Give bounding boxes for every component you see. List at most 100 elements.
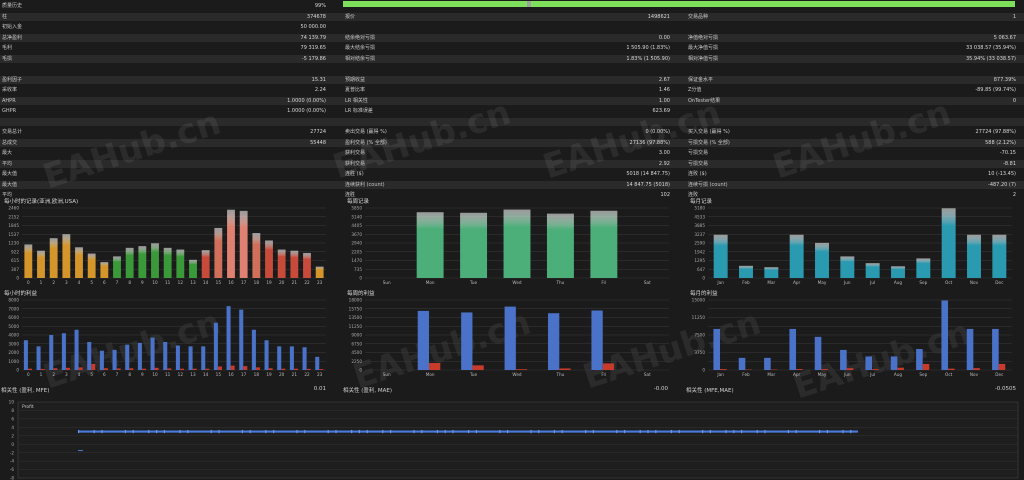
stat-label: 获利交易: [345, 160, 366, 167]
profit-bar: [289, 346, 294, 370]
stat-value: 50 000.00: [300, 24, 326, 30]
profit-bar: [966, 328, 974, 370]
stat-label: 报价: [345, 13, 356, 20]
profit-point: [624, 429, 626, 434]
loss-bar: [65, 367, 70, 370]
x-tick-label: 4: [78, 372, 81, 377]
stat-label: OnTester结果: [688, 97, 721, 104]
profit-point: [249, 429, 251, 434]
bar: [176, 249, 185, 278]
x-tick-label: Jan: [716, 280, 724, 285]
bar: [100, 262, 109, 278]
stat-value: 14 847.75 (5018): [626, 181, 670, 188]
profit-bar: [315, 356, 320, 370]
x-tick-label: 15: [216, 372, 222, 377]
x-tick-label: Oct: [945, 372, 953, 377]
loss-bar: [243, 366, 248, 370]
stat-label: 连败 ($): [688, 171, 707, 177]
profit-bar: [188, 346, 193, 370]
profit-point: [327, 429, 329, 434]
x-tick-label: 10: [152, 280, 158, 285]
x-tick-label: 19: [266, 372, 272, 377]
bar: [37, 250, 45, 278]
stat-value: 1.0000 (0.00%): [287, 97, 326, 104]
profit-point: [179, 429, 181, 434]
summary-row: 总净盈利 74 139.79 结余绝对亏损 0.00 净值绝对亏损 5 063.67: [0, 33, 1024, 42]
stat-value: -487.20 (7): [988, 181, 1016, 188]
stat-value: -70.15: [999, 150, 1016, 156]
x-tick-label: Nov: [970, 372, 979, 377]
stat-label: 获利交易: [345, 150, 366, 156]
bar: [227, 209, 235, 278]
chart-title: 每月记录: [690, 197, 713, 205]
loss-bar: [515, 369, 528, 370]
y-tick-label: 0: [11, 442, 14, 447]
x-tick-label: Tue: [469, 280, 478, 285]
profit-bar: [36, 346, 41, 370]
legend-label: Profit: [22, 404, 34, 410]
y-tick-label: 0: [702, 276, 705, 281]
x-tick-label: 0: [27, 280, 30, 285]
stat-value: 2.24: [314, 87, 326, 93]
bar: [840, 256, 855, 278]
stat-value: 35.94% (33 038.57): [965, 55, 1016, 62]
loss-bar: [167, 368, 172, 370]
x-tick-label: 16: [228, 372, 234, 377]
stat-value: 0 (0.00%): [645, 129, 670, 135]
y-tick-label: 4500: [351, 350, 362, 355]
stat-value: 1 505.90 (1.83%): [626, 45, 670, 51]
stat-value: 5 063.67: [993, 34, 1016, 41]
loss-bar: [192, 368, 197, 370]
bar: [315, 266, 324, 278]
loss-bar: [602, 363, 615, 370]
summary-row: 最大 获利交易 3.00 亏损交易 -70.15: [0, 149, 1024, 157]
stat-label: 采收率: [2, 87, 18, 93]
profit-point: [787, 429, 789, 434]
summary-row: 柱 374678 报价 1498621 交易品种 1: [0, 12, 1024, 21]
loss-bar: [91, 363, 96, 370]
y-tick-label: 7500: [694, 333, 705, 338]
y-tick-label: 6000: [8, 315, 19, 320]
bar: [151, 243, 159, 278]
stat-label: 毛利: [2, 45, 13, 51]
x-tick-label: Dec: [995, 372, 1004, 377]
loss-bar: [872, 369, 879, 370]
stat-value: 2.67: [658, 76, 670, 83]
y-tick-label: 5140: [351, 214, 362, 219]
loss-bar: [129, 368, 134, 370]
x-tick-label: 2: [52, 280, 55, 285]
stat-label: 毛损: [2, 55, 13, 62]
profit-point: [163, 429, 165, 434]
profit-bar: [264, 340, 269, 370]
profit-bar: [226, 306, 231, 370]
profit-point: [647, 429, 649, 434]
profit-point: [507, 429, 509, 434]
bar: [62, 234, 71, 278]
x-tick-label: 3: [65, 280, 68, 285]
x-tick-label: 19: [266, 280, 272, 285]
y-tick-label: 1295: [694, 258, 705, 263]
x-tick-label: 6: [103, 372, 106, 377]
stat-label: 亏损交易: [688, 150, 709, 156]
stat-value: 74 139.79: [300, 34, 326, 41]
loss-bar: [429, 363, 441, 370]
profit-point: [655, 429, 657, 434]
x-tick-label: Jan: [716, 372, 724, 377]
y-tick-label: 3670: [351, 232, 362, 237]
x-tick-label: 4: [78, 280, 81, 285]
profit-point: [468, 429, 470, 434]
stat-value: 5018 (14 847.75): [626, 171, 670, 177]
x-tick-label: 5: [90, 280, 93, 285]
profit-point: [78, 429, 80, 434]
profit-bar: [461, 312, 473, 370]
profit-bar: [992, 328, 999, 370]
summary-row: 初始入金 50 000.00: [0, 23, 1024, 31]
x-tick-label: 1: [40, 372, 43, 377]
bar: [590, 210, 618, 278]
x-tick-label: 20: [279, 280, 285, 285]
y-tick-label: -6: [10, 467, 15, 472]
x-tick-label: 13: [190, 280, 196, 285]
profit-point: [148, 429, 150, 434]
loss-bar: [78, 367, 83, 370]
stat-value: 1.00: [658, 97, 670, 104]
